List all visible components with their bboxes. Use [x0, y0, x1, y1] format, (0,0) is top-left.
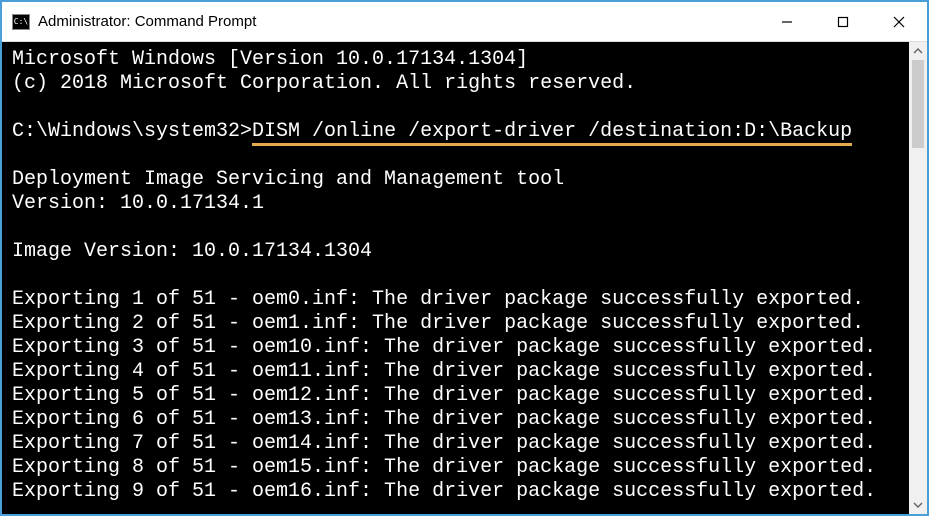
- export-line: Exporting 7 of 51 - oem14.inf: The drive…: [12, 432, 876, 455]
- client-area: Microsoft Windows [Version 10.0.17134.13…: [2, 42, 927, 514]
- maximize-button[interactable]: [815, 3, 871, 41]
- close-button[interactable]: [871, 3, 927, 41]
- dism-tool-name: Deployment Image Servicing and Managemen…: [12, 168, 564, 191]
- minimize-icon: [781, 16, 793, 28]
- dism-version: Version: 10.0.17134.1: [12, 192, 264, 215]
- command-entered: DISM /online /export-driver /destination…: [252, 120, 852, 146]
- maximize-icon: [837, 16, 849, 28]
- export-line: Exporting 1 of 51 - oem0.inf: The driver…: [12, 288, 864, 311]
- image-version: Image Version: 10.0.17134.1304: [12, 240, 372, 263]
- chevron-down-icon: [913, 502, 923, 508]
- prompt-prefix: C:\Windows\system32>: [12, 120, 252, 143]
- close-icon: [893, 16, 905, 28]
- cmd-icon-glyph: C:\: [14, 18, 28, 26]
- titlebar[interactable]: C:\ Administrator: Command Prompt: [2, 2, 927, 42]
- scroll-down-icon[interactable]: [909, 496, 927, 514]
- chevron-up-icon: [913, 48, 923, 54]
- cmd-window: C:\ Administrator: Command Prompt Micros…: [0, 0, 929, 516]
- export-line: Exporting 3 of 51 - oem10.inf: The drive…: [12, 336, 876, 359]
- terminal-output[interactable]: Microsoft Windows [Version 10.0.17134.13…: [2, 42, 909, 514]
- export-line: Exporting 2 of 51 - oem1.inf: The driver…: [12, 312, 864, 335]
- minimize-button[interactable]: [759, 3, 815, 41]
- scroll-up-icon[interactable]: [909, 42, 927, 60]
- vertical-scrollbar[interactable]: [909, 42, 927, 514]
- os-version-line: Microsoft Windows [Version 10.0.17134.13…: [12, 48, 528, 71]
- export-line: Exporting 4 of 51 - oem11.inf: The drive…: [12, 360, 876, 383]
- cmd-icon: C:\: [12, 14, 30, 30]
- scroll-thumb[interactable]: [912, 60, 924, 148]
- export-line: Exporting 8 of 51 - oem15.inf: The drive…: [12, 456, 876, 479]
- export-line: Exporting 5 of 51 - oem12.inf: The drive…: [12, 384, 876, 407]
- export-line: Exporting 6 of 51 - oem13.inf: The drive…: [12, 408, 876, 431]
- window-title: Administrator: Command Prompt: [38, 13, 256, 30]
- copyright-line: (c) 2018 Microsoft Corporation. All righ…: [12, 72, 636, 95]
- export-line: Exporting 9 of 51 - oem16.inf: The drive…: [12, 480, 876, 503]
